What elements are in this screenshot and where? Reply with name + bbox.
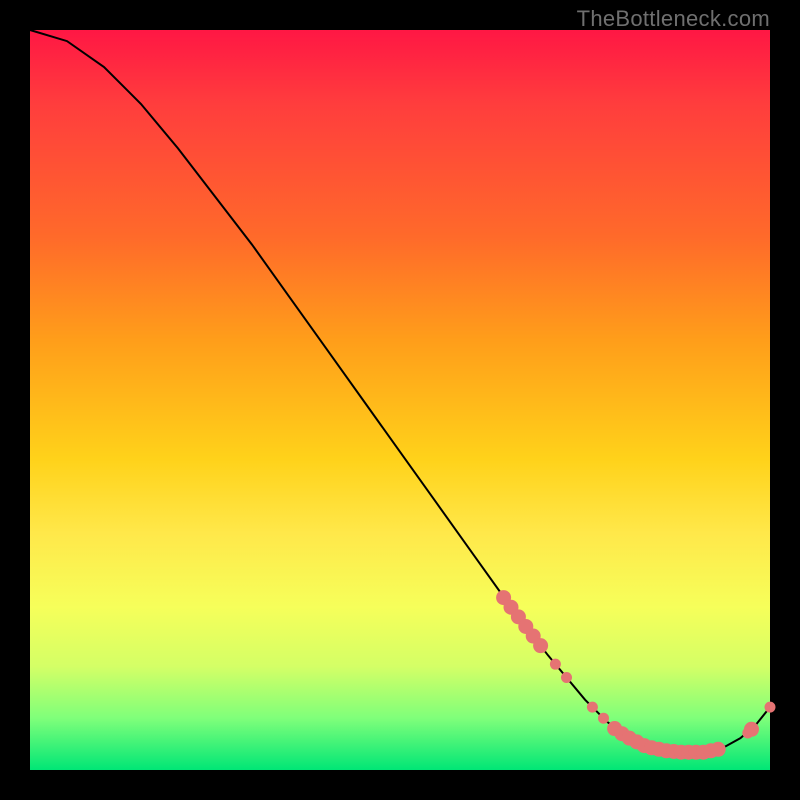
data-marker xyxy=(533,638,548,653)
data-marker xyxy=(598,713,609,724)
data-marker xyxy=(550,659,561,670)
curve-line xyxy=(30,30,770,752)
data-marker xyxy=(765,702,776,713)
plot-svg xyxy=(30,30,770,770)
data-marker xyxy=(587,702,598,713)
data-marker xyxy=(711,742,726,757)
plot-area xyxy=(30,30,770,770)
data-marker xyxy=(744,722,759,737)
watermark-text: TheBottleneck.com xyxy=(577,6,770,32)
data-marker xyxy=(561,672,572,683)
chart-frame: TheBottleneck.com xyxy=(0,0,800,800)
